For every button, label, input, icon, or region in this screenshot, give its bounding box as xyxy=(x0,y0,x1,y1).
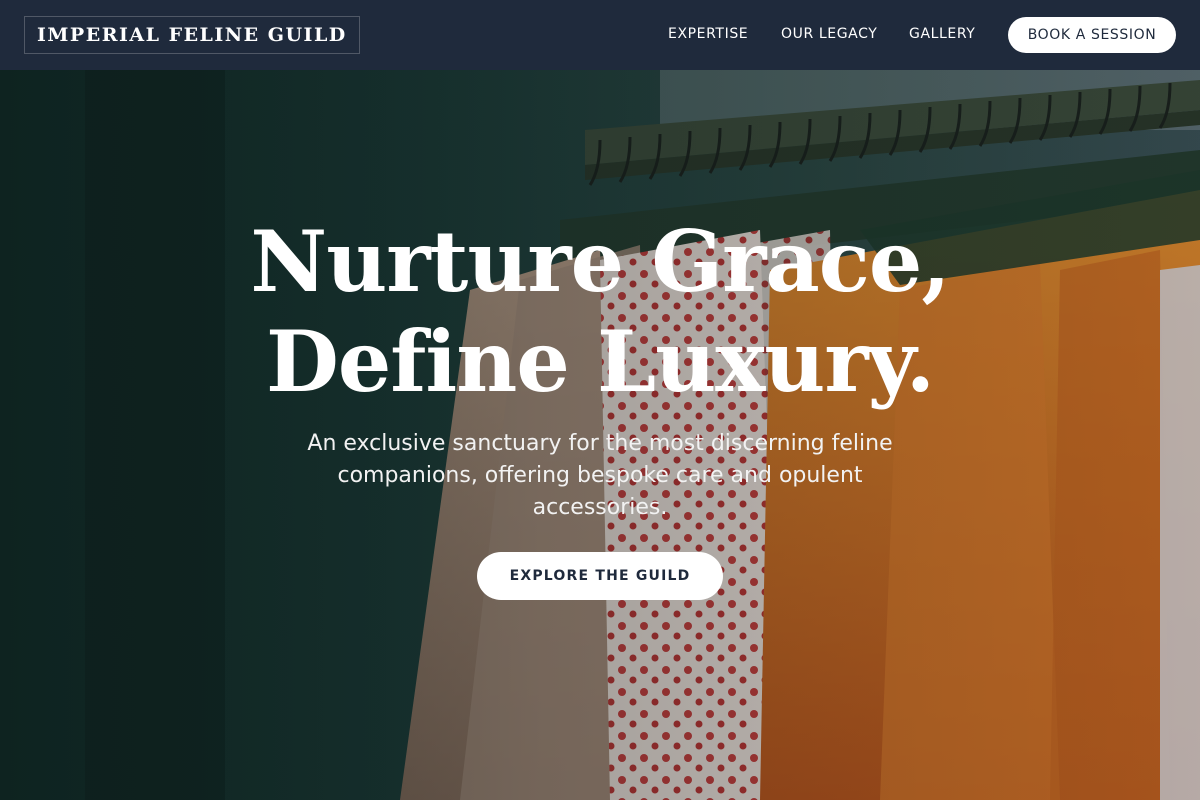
navbar: IMPERIAL FELINE GUILD EXPERTISE OUR LEGA… xyxy=(0,0,1200,70)
explore-guild-button[interactable]: EXPLORE THE GUILD xyxy=(477,552,723,600)
hero-headline: Nurture Grace, Define Luxury. xyxy=(150,212,1050,412)
hero-subtitle: An exclusive sanctuary for the most disc… xyxy=(307,431,893,520)
nav-link-gallery[interactable]: GALLERY xyxy=(909,24,975,44)
nav-link-our-legacy[interactable]: OUR LEGACY xyxy=(781,24,877,44)
brand-logo[interactable]: IMPERIAL FELINE GUILD xyxy=(24,16,360,54)
book-session-button[interactable]: BOOK A SESSION xyxy=(1008,17,1176,53)
nav-link-expertise[interactable]: EXPERTISE xyxy=(668,24,748,44)
hero-section: Nurture Grace, Define Luxury. An exclusi… xyxy=(0,70,1200,800)
hero-headline-line1: Nurture Grace, xyxy=(250,212,950,311)
hero-headline-line2: Define Luxury. xyxy=(265,312,935,411)
